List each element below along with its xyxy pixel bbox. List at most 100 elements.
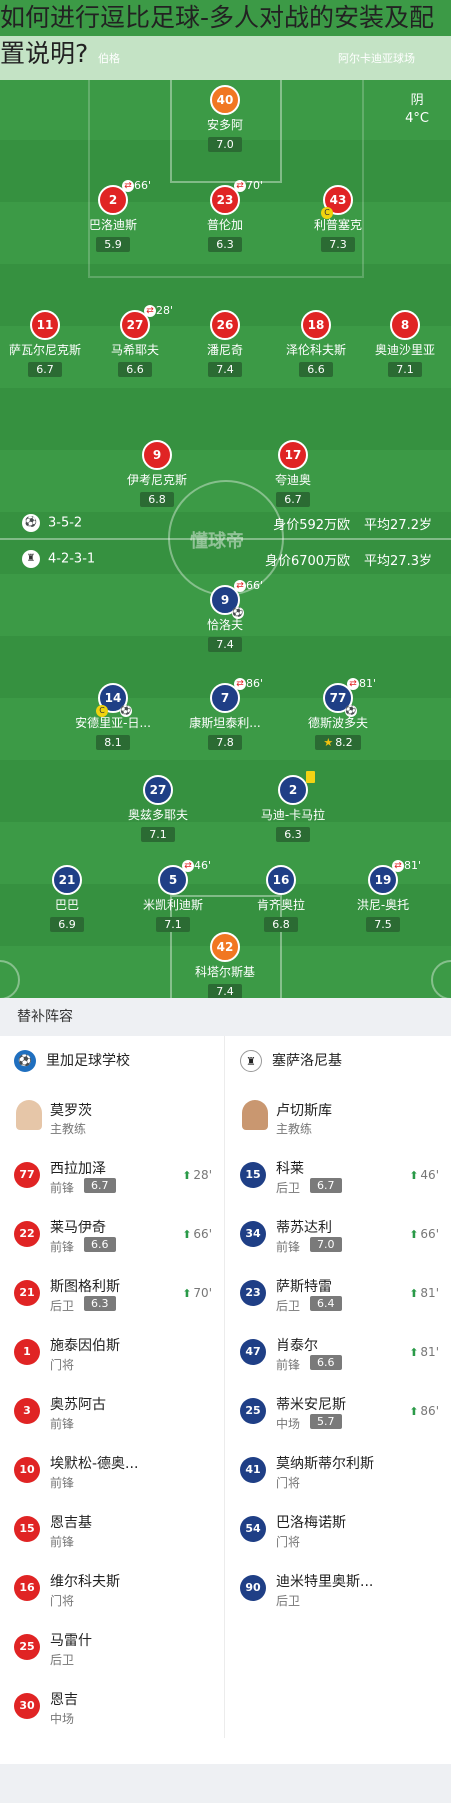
player-name: 奥兹多耶夫 xyxy=(127,808,188,822)
sub-number: 77 xyxy=(14,1162,40,1188)
sub-row[interactable]: 77 西拉加泽 前锋 6.7 ⬆ 28' xyxy=(0,1148,224,1207)
home-team-row[interactable]: ⚽ 里加足球学校 xyxy=(0,1036,224,1086)
home-player[interactable]: 23 普伦加 6.3 ⇄ 70' xyxy=(170,179,280,252)
player-name: 康斯坦泰利... xyxy=(189,716,261,730)
player-name: 洪尼-奥托 xyxy=(356,898,410,912)
rating-value: 6.8 xyxy=(272,918,290,931)
sub-row[interactable]: 22 莱马伊奇 前锋 6.6 ⬆ 66' xyxy=(0,1207,224,1266)
away-age: 平均27.3岁 xyxy=(364,554,432,569)
substitution-icon: ⇄ xyxy=(392,860,404,872)
away-player[interactable]: 21 巴巴 6.9 xyxy=(12,865,122,932)
weather: 阴 4°C xyxy=(405,92,429,128)
sub-number: 25 xyxy=(240,1398,266,1424)
rating-value: 6.3 xyxy=(284,828,302,841)
home-coach-row[interactable]: 莫罗茨 主教练 xyxy=(0,1086,224,1148)
substitutes-title: 替补阵容 xyxy=(0,998,451,1036)
home-player[interactable]: 9 伊考尼克斯 6.8 xyxy=(102,440,212,507)
home-player[interactable]: 8 奥迪沙里亚 7.1 xyxy=(350,310,451,377)
player-name: 普伦加 xyxy=(206,218,243,232)
player-number: 17 xyxy=(278,440,308,470)
sub-row[interactable]: 16 维尔科夫斯 门将 xyxy=(0,1561,224,1620)
sub-row[interactable]: 90 迪米特里奥斯... 后卫 xyxy=(226,1561,451,1620)
sub-row[interactable]: 10 埃默松-德奥... 前锋 xyxy=(0,1443,224,1502)
sub-out-badge: ⇄ 86' xyxy=(234,677,263,690)
sub-row[interactable]: 54 巴洛梅诺斯 门将 xyxy=(226,1502,451,1561)
sub-rating: 6.7 xyxy=(84,1178,116,1193)
player-number: 26 xyxy=(210,310,240,340)
player-name: 利普塞克 xyxy=(313,218,362,232)
substitutes-section: 替补阵容 ⚽ 里加足球学校 莫罗茨 主教练 77 西拉加泽 前锋 6.7 ⬆ 28' 22 莱马… xyxy=(0,998,451,1764)
player-name: 安德里亚-日... xyxy=(75,716,151,730)
sub-name: 肖泰尔 xyxy=(276,1338,318,1354)
rating-value: 7.1 xyxy=(149,828,167,841)
sub-rating: 6.3 xyxy=(84,1296,116,1311)
sub-time: 81' xyxy=(359,677,377,690)
away-sub-list: 15 科莱 后卫 6.7 ⬆ 46' 34 蒂苏达利 前锋 7.0 ⬆ 66' 23 萨斯特雷 后卫 6.4 ⬆… xyxy=(226,1148,451,1620)
sub-row[interactable]: 34 蒂苏达利 前锋 7.0 ⬆ 66' xyxy=(226,1207,451,1266)
captain-icon: C xyxy=(96,705,108,717)
weather-condition: 阴 xyxy=(410,93,424,108)
substitution-icon: ⇄ xyxy=(234,580,246,592)
away-player[interactable]: 77 德斯波多夫 ★ 8.2 ⇄ 81' ⚽ xyxy=(283,677,393,750)
away-player[interactable]: 42 科塔尔斯基 7.4 xyxy=(170,932,280,999)
away-player[interactable]: 27 奥兹多耶夫 7.1 xyxy=(103,775,213,842)
sub-time: 66' xyxy=(246,579,264,592)
player-rating: 7.4 xyxy=(208,362,242,377)
sub-name: 奥苏阿古 xyxy=(50,1397,106,1413)
away-player[interactable]: 7 康斯坦泰利... 7.8 ⇄ 86' xyxy=(170,677,280,750)
away-player[interactable]: 19 洪尼-奥托 7.5 ⇄ 81' xyxy=(328,859,438,932)
sub-position: 门将 xyxy=(276,1476,301,1490)
sub-in-minute: 46' xyxy=(420,1168,439,1182)
home-player[interactable]: 43 利普塞克 7.3 C xyxy=(283,185,393,252)
sub-row[interactable]: 23 萨斯特雷 后卫 6.4 ⬆ 81' xyxy=(226,1266,451,1325)
player-name: 肯齐奥拉 xyxy=(256,898,305,912)
sub-in-time: ⬆ 28' xyxy=(182,1168,212,1182)
sub-row[interactable]: 3 奥苏阿古 前锋 xyxy=(0,1384,224,1443)
away-player[interactable]: 9 恰洛夫 7.4 ⇄ 66' ⚽ xyxy=(170,579,280,652)
away-coach-role: 主教练 xyxy=(276,1122,313,1136)
goal-icon: ⚽ xyxy=(120,705,132,717)
sub-position: 前锋 xyxy=(50,1476,75,1490)
headline-line2: 置说明? xyxy=(0,39,89,68)
sub-time: 46' xyxy=(194,859,212,872)
sub-row[interactable]: 25 马雷什 后卫 xyxy=(0,1620,224,1679)
sub-in-time: ⬆ 70' xyxy=(182,1286,212,1300)
sub-time: 81' xyxy=(404,859,422,872)
away-formation: 4-2-3-1 xyxy=(48,551,96,567)
player-name: 安多阿 xyxy=(206,118,243,132)
away-player[interactable]: 14 安德里亚-日... 8.1 C ⚽ xyxy=(58,683,168,750)
sub-row[interactable]: 30 恩吉 中场 xyxy=(0,1679,224,1738)
rating-value: 7.0 xyxy=(216,138,234,151)
sub-row[interactable]: 41 莫纳斯蒂尔利斯 门将 xyxy=(226,1443,451,1502)
lineup-page: 伯格 阿尔卡迪亚球场 阴 4°C 懂球帝 ⚽ 3-5-2 身价592万欧 平均27.… xyxy=(0,0,451,1803)
sub-position: 前锋 xyxy=(276,1358,301,1372)
sub-number: 22 xyxy=(14,1221,40,1247)
player-number: 21 xyxy=(52,865,82,895)
sub-in-time: ⬆ 46' xyxy=(409,1168,439,1182)
home-player[interactable]: 2 巴洛迪斯 5.9 ⇄ 66' xyxy=(58,179,168,252)
sub-in-icon: ⬆ xyxy=(409,1287,419,1300)
rating-value: 6.7 xyxy=(284,493,302,506)
away-coach-row[interactable]: 卢切斯库 主教练 xyxy=(226,1086,451,1148)
player-rating: 6.3 xyxy=(276,827,310,842)
sub-row[interactable]: 21 斯图格利斯 后卫 6.3 ⬆ 70' xyxy=(0,1266,224,1325)
away-team-row[interactable]: ♜ 塞萨洛尼基 xyxy=(226,1036,451,1086)
substitution-icon: ⇄ xyxy=(122,180,134,192)
sub-row[interactable]: 1 施泰因伯斯 门将 xyxy=(0,1325,224,1384)
goal-icon: ⚽ xyxy=(345,705,357,717)
sub-in-time: ⬆ 86' xyxy=(409,1404,439,1418)
away-player[interactable]: 5 米凯利迪斯 7.1 ⇄ 46' xyxy=(118,859,228,932)
home-player[interactable]: 40 安多阿 7.0 xyxy=(170,85,280,152)
sub-position: 后卫 xyxy=(276,1594,301,1608)
player-name: 科塔尔斯基 xyxy=(194,965,255,979)
away-player[interactable]: 16 肯齐奥拉 6.8 xyxy=(226,865,336,932)
home-player[interactable]: 17 夸迪奥 6.7 xyxy=(238,440,348,507)
sub-rating: 5.7 xyxy=(310,1414,342,1429)
sub-row[interactable]: 15 恩吉基 前锋 xyxy=(0,1502,224,1561)
sub-row[interactable]: 15 科莱 后卫 6.7 ⬆ 46' xyxy=(226,1148,451,1207)
sub-in-icon: ⬆ xyxy=(409,1228,419,1241)
player-rating: 6.7 xyxy=(28,362,62,377)
sub-row[interactable]: 47 肖泰尔 前锋 6.6 ⬆ 81' xyxy=(226,1325,451,1384)
sub-row[interactable]: 25 蒂米安尼斯 中场 5.7 ⬆ 86' xyxy=(226,1384,451,1443)
away-player[interactable]: 2 马迪-卡马拉 6.3 xyxy=(238,771,348,842)
